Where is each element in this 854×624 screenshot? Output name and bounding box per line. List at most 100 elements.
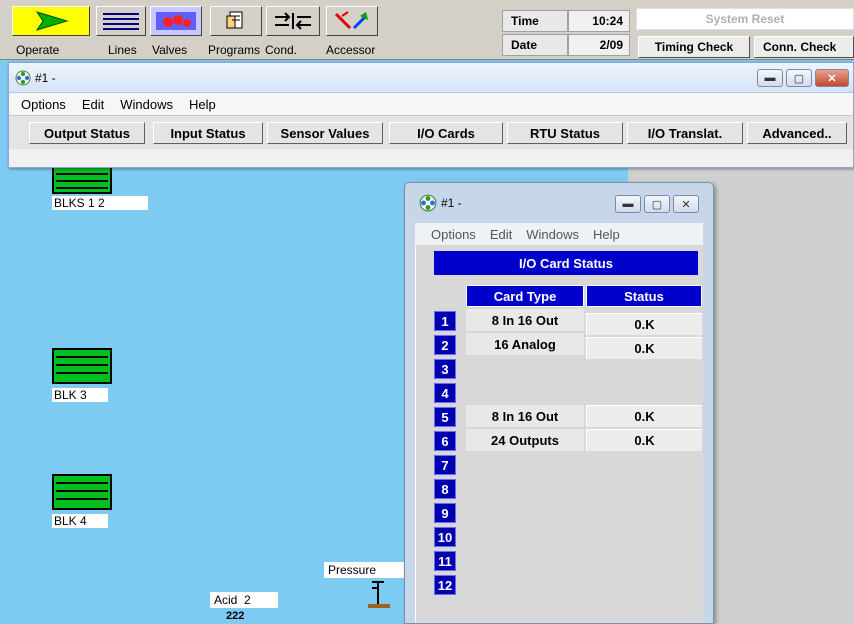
conn-check-button[interactable]: Conn. Check bbox=[754, 36, 854, 58]
acid-label: Acid 2 bbox=[210, 592, 278, 608]
app-icon bbox=[15, 70, 31, 85]
card-type-cell: 16 Analog bbox=[466, 333, 584, 355]
timing-check-button[interactable]: Timing Check bbox=[638, 36, 750, 58]
menu-options[interactable]: Options bbox=[21, 97, 66, 112]
block-line bbox=[56, 482, 108, 484]
main-window-titlebar[interactable]: #1 - ▬ ▢ ✕ bbox=[9, 63, 853, 93]
system-reset-button[interactable]: System Reset bbox=[636, 8, 854, 30]
row-number: 6 bbox=[434, 431, 456, 451]
main-window-controls: ▬ ▢ ✕ bbox=[757, 69, 849, 87]
col-header-status: Status bbox=[586, 285, 702, 307]
tab-advanced[interactable]: Advanced.. bbox=[747, 122, 847, 144]
conditions-icon bbox=[275, 12, 311, 30]
row-number: 11 bbox=[434, 551, 456, 571]
menu-windows[interactable]: Windows bbox=[526, 227, 579, 242]
top-toolbar: Operate Lines Valves Programs Cond. Acce… bbox=[0, 0, 854, 60]
tab-io-cards[interactable]: I/O Cards bbox=[389, 122, 503, 144]
io-table-panel: I/O Card Status Card Type Status 1 8 In … bbox=[415, 245, 703, 623]
block-line bbox=[56, 498, 108, 500]
io-menubar: Options Edit Windows Help bbox=[415, 223, 703, 245]
card-type-cell: 8 In 16 Out bbox=[466, 405, 584, 427]
maximize-button[interactable]: ▢ bbox=[644, 195, 670, 213]
tab-input-status[interactable]: Input Status bbox=[153, 122, 263, 144]
app-icon bbox=[419, 194, 437, 212]
menu-options[interactable]: Options bbox=[431, 227, 476, 242]
acid-sub-label: 222 bbox=[226, 610, 245, 622]
tab-io-translat[interactable]: I/O Translat. bbox=[627, 122, 743, 144]
maximize-icon: ▢ bbox=[793, 72, 805, 85]
acid-label-text: Acid bbox=[214, 593, 238, 607]
lines-icon bbox=[103, 13, 139, 30]
programs-button[interactable] bbox=[210, 6, 262, 36]
block-blk-4[interactable] bbox=[52, 474, 112, 510]
block-line bbox=[56, 364, 108, 366]
menu-edit[interactable]: Edit bbox=[82, 97, 104, 112]
pressure-sensor-icon[interactable] bbox=[366, 578, 394, 612]
col-header-card-type: Card Type bbox=[466, 285, 584, 307]
valves-button[interactable] bbox=[150, 6, 202, 36]
valves-label: Valves bbox=[152, 43, 188, 57]
status-cell: 0.K bbox=[586, 313, 702, 335]
play-arrow-icon bbox=[35, 11, 69, 31]
close-button[interactable]: ✕ bbox=[815, 69, 849, 87]
row-number: 3 bbox=[434, 359, 456, 379]
block-label-blks-1-2: BLKS 1 2 bbox=[52, 196, 148, 210]
pressure-label: Pressure bbox=[324, 562, 406, 578]
programs-icon bbox=[226, 11, 243, 29]
row-number: 9 bbox=[434, 503, 456, 523]
io-window-titlebar[interactable]: #1 - ▬ ▢ ✕ bbox=[405, 183, 713, 223]
cond-label: Cond. bbox=[265, 43, 298, 57]
valves-icon bbox=[156, 12, 196, 30]
minimize-button[interactable]: ▬ bbox=[757, 69, 783, 87]
row-number: 1 bbox=[434, 311, 456, 331]
accessories-button[interactable] bbox=[326, 6, 378, 36]
row-number: 12 bbox=[434, 575, 456, 595]
block-line bbox=[56, 356, 108, 358]
row-number: 7 bbox=[434, 455, 456, 475]
lines-label: Lines bbox=[108, 43, 137, 57]
accessor-label: Accessor bbox=[326, 43, 376, 57]
menu-edit[interactable]: Edit bbox=[490, 227, 512, 242]
accessories-icon bbox=[334, 11, 368, 30]
block-line bbox=[56, 180, 108, 182]
row-number: 5 bbox=[434, 407, 456, 427]
menu-help[interactable]: Help bbox=[593, 227, 620, 242]
tab-rtu-status[interactable]: RTU Status bbox=[507, 122, 623, 144]
tab-sensor-values[interactable]: Sensor Values bbox=[267, 122, 383, 144]
block-blks-1-2[interactable] bbox=[52, 166, 112, 194]
conditions-button[interactable] bbox=[266, 6, 320, 36]
block-line bbox=[56, 173, 108, 175]
time-value: 10:24 bbox=[568, 10, 630, 32]
maximize-icon: ▢ bbox=[651, 198, 663, 211]
block-line bbox=[56, 490, 108, 492]
card-type-cell: 24 Outputs bbox=[466, 429, 584, 451]
menu-windows[interactable]: Windows bbox=[120, 97, 173, 112]
row-number: 10 bbox=[434, 527, 456, 547]
programs-label: Programs bbox=[208, 43, 261, 57]
tab-output-status[interactable]: Output Status bbox=[29, 122, 145, 144]
tab-bar: Output Status Input Status Sensor Values… bbox=[9, 115, 853, 149]
operate-button[interactable] bbox=[12, 6, 90, 36]
status-cell: 0.K bbox=[586, 337, 702, 359]
row-number: 2 bbox=[434, 335, 456, 355]
main-window-title: #1 - bbox=[35, 70, 56, 85]
menu-help[interactable]: Help bbox=[189, 97, 216, 112]
io-window-controls: ▬ ▢ ✕ bbox=[615, 195, 699, 213]
date-value: 2/09 bbox=[568, 34, 630, 56]
lines-button[interactable] bbox=[96, 6, 146, 36]
status-cell: 0.K bbox=[586, 405, 702, 427]
minimize-icon: ▬ bbox=[622, 198, 634, 210]
minimize-button[interactable]: ▬ bbox=[615, 195, 641, 213]
block-line bbox=[56, 372, 108, 374]
row-number: 8 bbox=[434, 479, 456, 499]
operate-label: Operate bbox=[16, 43, 60, 57]
close-button[interactable]: ✕ bbox=[673, 195, 699, 213]
main-menubar: Options Edit Windows Help bbox=[9, 93, 853, 115]
time-label: Time bbox=[502, 10, 568, 32]
status-cell: 0.K bbox=[586, 429, 702, 451]
io-table-title: I/O Card Status bbox=[434, 251, 698, 275]
maximize-button[interactable]: ▢ bbox=[786, 69, 812, 87]
block-blk-3[interactable] bbox=[52, 348, 112, 384]
row-number: 4 bbox=[434, 383, 456, 403]
block-label-blk-3: BLK 3 bbox=[52, 388, 108, 402]
